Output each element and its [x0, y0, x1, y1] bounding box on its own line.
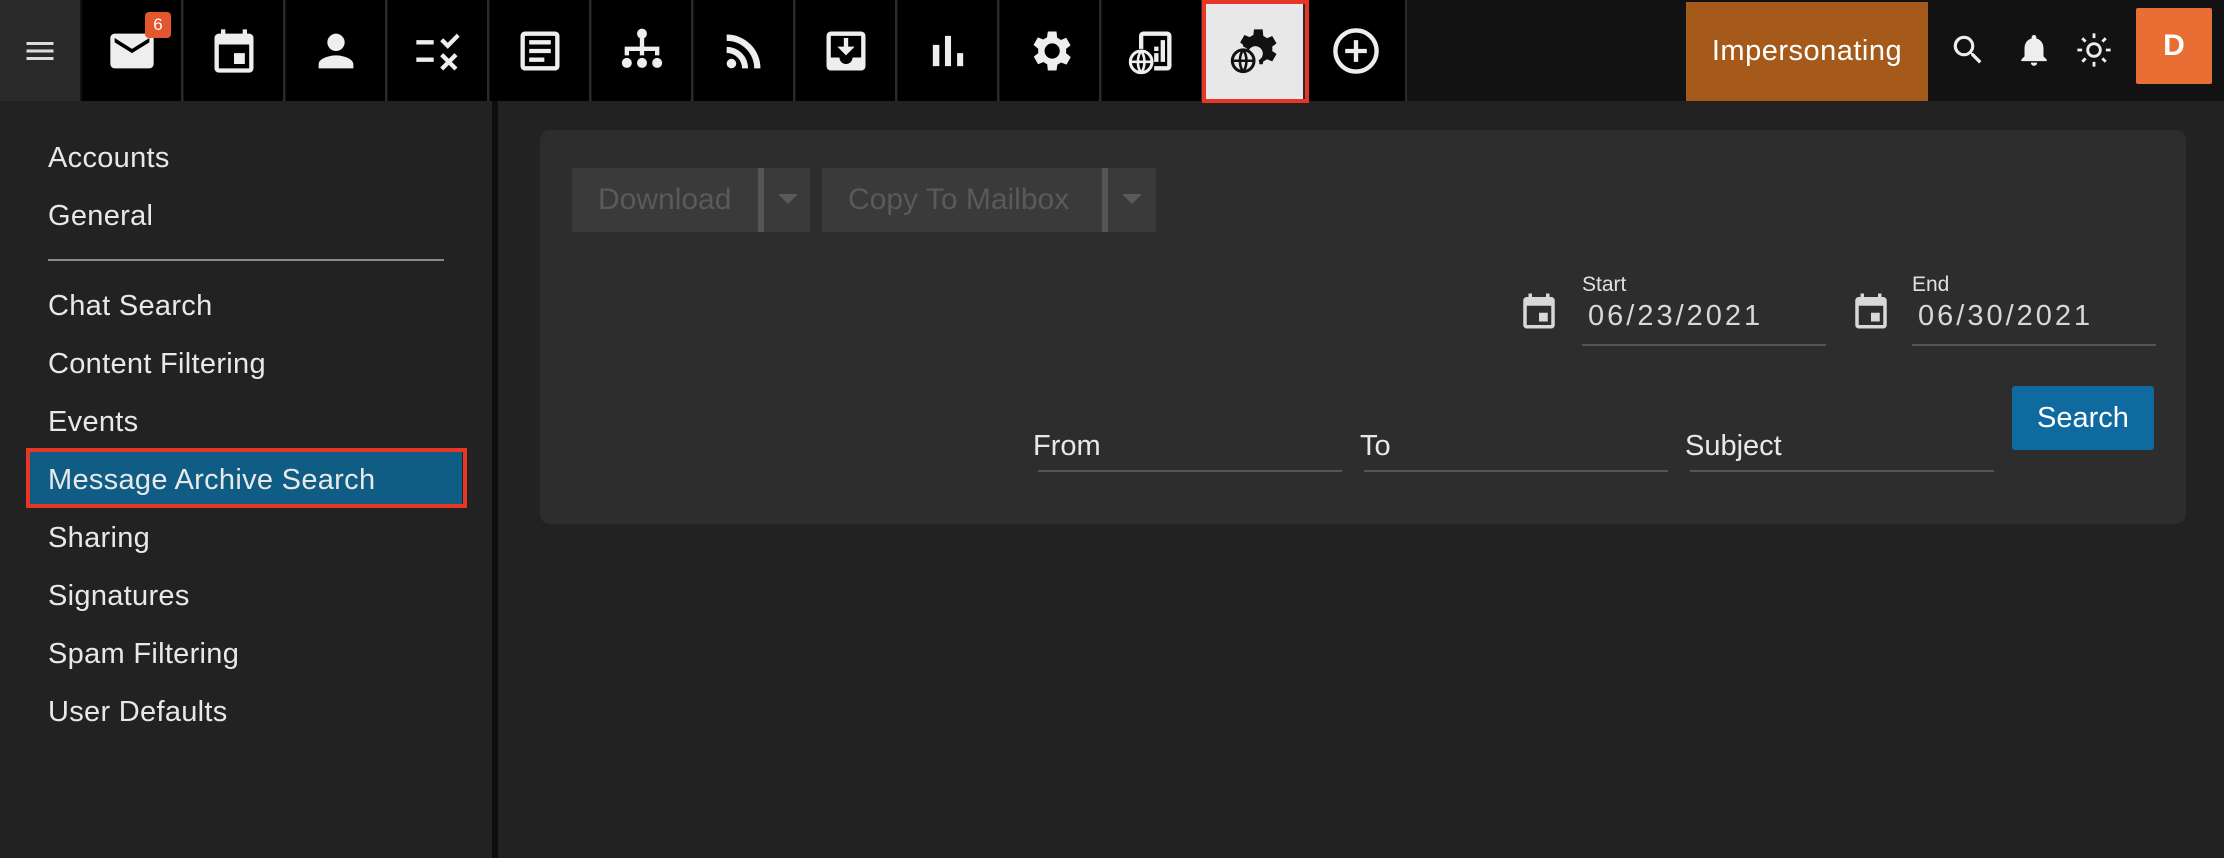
sidebar-separator	[48, 259, 444, 261]
end-date-input[interactable]: 06/30/2021	[1918, 300, 2093, 333]
download-button[interactable]: Download	[572, 168, 810, 232]
hamburger-icon	[26, 41, 54, 60]
end-calendar-icon[interactable]	[1850, 290, 1892, 332]
sidebar-item-general[interactable]: General	[48, 200, 153, 233]
sitemap-icon	[621, 28, 662, 68]
subject-field-underline	[1690, 470, 1994, 472]
inbox-download-icon	[826, 31, 865, 70]
sidebar-item-message-archive-search[interactable]: Message Archive Search	[48, 464, 375, 497]
sidebar-item-content-filtering[interactable]: Content Filtering	[48, 348, 266, 381]
sidebar-divider	[492, 101, 498, 858]
from-field[interactable]: From	[1033, 430, 1101, 463]
start-date-underline	[1582, 344, 1826, 346]
top-navbar: 6 Impersonating D	[0, 0, 2224, 103]
menu-button[interactable]	[0, 0, 80, 101]
sidebar-item-accounts[interactable]: Accounts	[48, 142, 170, 175]
start-calendar-icon[interactable]	[1518, 290, 1560, 332]
user-avatar[interactable]: D	[2136, 8, 2212, 84]
copy-split-divider	[1102, 168, 1108, 232]
sidebar-item-user-defaults[interactable]: User Defaults	[48, 696, 228, 729]
nav-domain-reports[interactable]	[1102, 0, 1203, 101]
add-circle-icon	[1332, 27, 1379, 74]
start-date-input[interactable]: 06/23/2021	[1588, 300, 1763, 333]
nav-settings[interactable]	[1000, 0, 1101, 101]
download-dropdown[interactable]	[766, 168, 810, 232]
from-field-underline	[1038, 470, 1342, 472]
nav-feeds[interactable]	[694, 0, 795, 101]
notes-icon	[520, 31, 559, 70]
globe-report-icon	[1128, 31, 1171, 74]
rss-icon	[726, 34, 760, 68]
nav-system-admin[interactable]	[1204, 0, 1305, 101]
copy-dropdown[interactable]	[1110, 168, 1154, 232]
nav-domains[interactable]	[592, 0, 693, 101]
end-date-underline	[1912, 344, 2156, 346]
tasks-icon	[415, 33, 460, 70]
caret-down-icon	[1122, 194, 1142, 204]
copy-to-mailbox-button[interactable]: Copy To Mailbox	[822, 168, 1156, 232]
nav-reports[interactable]	[898, 0, 999, 101]
person-icon	[318, 33, 353, 68]
download-split-divider	[758, 168, 764, 232]
to-field-underline	[1364, 470, 1668, 472]
end-date-label: End	[1912, 273, 1950, 296]
sidebar-item-events[interactable]: Events	[48, 406, 138, 439]
caret-down-icon	[778, 194, 798, 204]
start-date-label: Start	[1582, 273, 1627, 296]
sun-icon	[2077, 33, 2111, 67]
sidebar-item-signatures[interactable]: Signatures	[48, 580, 190, 613]
impersonating-button[interactable]: Impersonating	[1686, 2, 1928, 101]
copy-to-mailbox-label: Copy To Mailbox	[848, 183, 1070, 216]
bar-chart-icon	[932, 35, 963, 66]
nav-add[interactable]	[1306, 0, 1407, 101]
nav-calendar[interactable]	[184, 0, 285, 101]
search-button-main[interactable]: Search	[2012, 386, 2154, 450]
sidebar-item-chat-search[interactable]: Chat Search	[48, 290, 213, 323]
gear-globe-icon	[1230, 28, 1277, 73]
theme-toggle-button[interactable]	[2068, 24, 2120, 76]
nav-contacts[interactable]	[286, 0, 387, 101]
gear-icon	[1033, 31, 1071, 70]
bell-icon	[2021, 34, 2047, 66]
calendar-icon	[214, 28, 253, 73]
search-icon	[1953, 35, 1982, 64]
subject-field[interactable]: Subject	[1685, 430, 1782, 463]
nav-tasks[interactable]	[388, 0, 489, 101]
download-button-label: Download	[598, 183, 732, 216]
nav-inbox[interactable]	[796, 0, 897, 101]
sidebar-item-spam-filtering[interactable]: Spam Filtering	[48, 638, 239, 671]
nav-notes[interactable]	[490, 0, 591, 101]
to-field[interactable]: To	[1360, 430, 1391, 463]
search-button[interactable]	[1942, 24, 1994, 76]
mail-count-badge: 6	[145, 12, 171, 38]
sidebar-item-sharing[interactable]: Sharing	[48, 522, 150, 555]
notifications-button[interactable]	[2008, 24, 2060, 76]
